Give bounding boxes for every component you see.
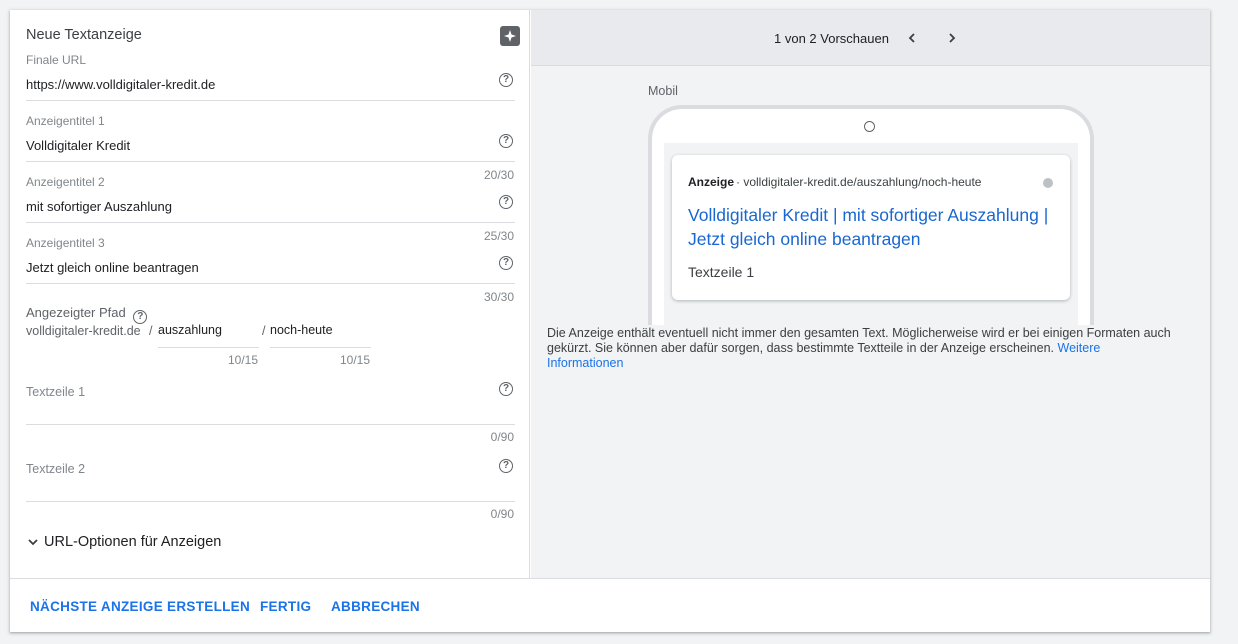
final-url-help-icon[interactable]: ? [499, 73, 513, 87]
preview-disclaimer: Die Anzeige enthält eventuell nicht imme… [547, 326, 1171, 370]
done-button[interactable]: FERTIG [260, 599, 311, 614]
device-label: Mobil [648, 84, 678, 98]
next-preview-button[interactable] [943, 29, 961, 47]
phone-screen: Anzeige · volldigitaler-kredit.de/auszah… [664, 143, 1078, 325]
ad-headline: Volldigitaler Kredit | mit sofortiger Au… [688, 205, 1049, 249]
description2-counter: 0/90 [490, 507, 514, 521]
headline1-label: Anzeigentitel 1 [26, 114, 105, 128]
url-options-toggle[interactable]: URL-Optionen für Anzeigen [26, 534, 221, 550]
phone-frame: Anzeige · volldigitaler-kredit.de/auszah… [648, 105, 1094, 325]
display-path-label: Angezeigter Pfad ? [26, 305, 148, 324]
final-url-underline [26, 100, 515, 101]
path1-input[interactable]: auszahlung [158, 323, 222, 337]
path1-underline [158, 347, 259, 348]
ad-display-url: · volldigitaler-kredit.de/auszahlung/noc… [736, 175, 982, 189]
path2-underline [270, 347, 371, 348]
ad-description: Textzeile 1 [688, 264, 755, 280]
headline2-underline [26, 222, 515, 223]
display-path-help-icon[interactable]: ? [133, 310, 148, 324]
final-url-input[interactable]: https://www.volldigitaler-kredit.de [26, 77, 215, 92]
url-options-label: URL-Optionen für Anzeigen [44, 534, 222, 550]
headline1-input[interactable]: Volldigitaler Kredit [26, 138, 130, 153]
path-separator-2: / [262, 324, 266, 338]
description1-counter: 0/90 [490, 430, 514, 444]
headline3-input[interactable]: Jetzt gleich online beantragen [26, 260, 199, 275]
headline2-label: Anzeigentitel 2 [26, 175, 105, 189]
chevron-right-icon [949, 33, 956, 43]
path2-input[interactable]: noch-heute [270, 323, 333, 337]
preview-toolbar: 1 von 2 Vorschauen [531, 10, 1210, 66]
chevron-down-icon [28, 539, 38, 546]
path2-counter: 10/15 [339, 353, 370, 367]
form-title: Neue Textanzeige [26, 27, 142, 43]
action-footer: NÄCHSTE ANZEIGE ERSTELLEN FERTIG ABBRECH… [10, 578, 1210, 632]
description2-help-icon[interactable]: ? [499, 459, 513, 473]
headline3-underline [26, 283, 515, 284]
description1-underline [26, 424, 515, 425]
headline3-help-icon[interactable]: ? [499, 256, 513, 270]
suggestions-icon[interactable] [500, 26, 520, 46]
description2-field[interactable] [26, 456, 515, 512]
chevron-left-icon [908, 33, 915, 43]
prev-preview-button[interactable] [903, 29, 921, 47]
headline1-help-icon[interactable]: ? [499, 134, 513, 148]
display-path-domain: volldigitaler-kredit.de [26, 324, 141, 338]
path1-counter: 10/15 [227, 353, 258, 367]
final-url-field[interactable] [26, 50, 515, 102]
final-url-label: Finale URL [26, 53, 87, 67]
ad-form-panel: Neue Textanzeige Finale URL https://www.… [10, 10, 530, 578]
description2-underline [26, 501, 515, 502]
headline3-counter: 30/30 [483, 290, 514, 304]
headline2-help-icon[interactable]: ? [499, 195, 513, 209]
path-separator-1: / [149, 324, 153, 338]
description2-label: Textzeile 2 [26, 462, 86, 476]
headline2-input[interactable]: mit sofortiger Auszahlung [26, 199, 172, 214]
phone-camera-icon [864, 121, 875, 132]
description1-field[interactable] [26, 378, 515, 434]
next-ad-button[interactable]: NÄCHSTE ANZEIGE ERSTELLEN [30, 599, 250, 614]
cancel-button[interactable]: ABBRECHEN [331, 599, 420, 614]
preview-count: 1 von 2 Vorschauen [774, 31, 889, 46]
headline1-underline [26, 161, 515, 162]
preview-panel: 1 von 2 Vorschauen Mobil Anzeige · volld… [531, 10, 1210, 578]
ad-badge: Anzeige [688, 175, 735, 189]
description1-label: Textzeile 1 [26, 385, 86, 399]
ad-editor-card: Neue Textanzeige Finale URL https://www.… [10, 10, 1210, 632]
headline3-label: Anzeigentitel 3 [26, 236, 105, 250]
ad-preview-card: Anzeige · volldigitaler-kredit.de/auszah… [672, 155, 1070, 300]
info-icon [1043, 178, 1053, 188]
description1-help-icon[interactable]: ? [499, 382, 513, 396]
